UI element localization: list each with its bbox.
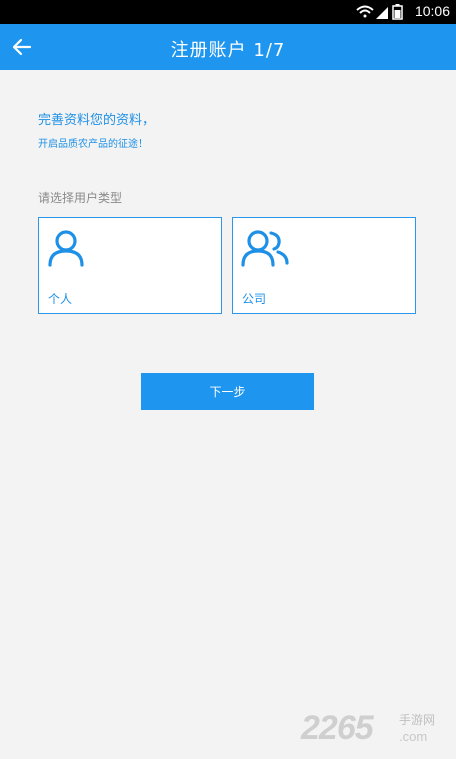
status-time: 10:06 [414, 3, 450, 19]
user-type-label: 请选择用户类型 [38, 191, 123, 205]
signal-icon [376, 7, 388, 19]
status-bar: 10:06 [0, 0, 456, 24]
watermark-number: 2265 [301, 709, 374, 747]
wifi-icon [356, 5, 374, 18]
intro-subheading: 开启品质农产品的征途！ [38, 139, 148, 150]
next-step-button[interactable]: 下一步 [141, 373, 314, 410]
group-icon [241, 228, 293, 272]
person-icon [47, 228, 87, 272]
watermark-domain: .com [399, 729, 428, 744]
user-type-company-label: 公司 [242, 292, 267, 306]
page-title: 注册账户 1/7 [170, 40, 286, 61]
app-bar: 注册账户 1/7 [0, 24, 456, 70]
battery-icon [392, 4, 403, 20]
user-type-company-card[interactable]: 公司 [232, 217, 416, 314]
intro-heading: 完善资料您的资料， [38, 113, 156, 128]
user-type-personal-label: 个人 [48, 292, 73, 306]
watermark-cn: 手游网 [399, 713, 436, 727]
watermark-logo: 2265 手游网 .com [301, 709, 446, 749]
user-type-personal-card[interactable]: 个人 [38, 217, 222, 314]
status-icons [356, 4, 406, 24]
